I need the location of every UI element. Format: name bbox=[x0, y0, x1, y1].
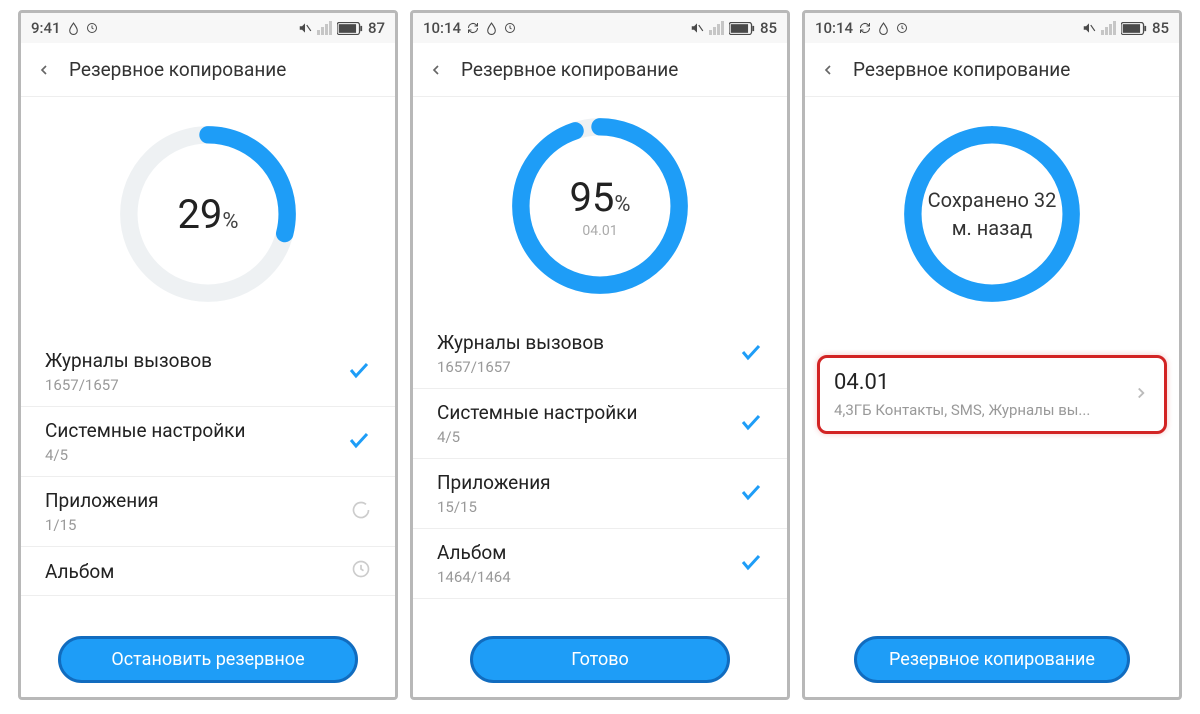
status-time: 10:14 bbox=[815, 19, 853, 37]
check-icon bbox=[347, 358, 371, 386]
list-item: Альбом bbox=[21, 547, 395, 596]
signal-icon bbox=[317, 21, 332, 35]
progress-percent: 95% bbox=[569, 174, 630, 221]
item-title: Альбом bbox=[45, 560, 114, 583]
battery-pct: 87 bbox=[368, 19, 385, 37]
check-icon bbox=[739, 480, 763, 508]
clock-icon bbox=[896, 22, 908, 34]
item-title: Системные настройки bbox=[45, 419, 245, 442]
status-bar: 9:41 87 bbox=[21, 13, 395, 43]
list-item: Журналы вызовов 1657/1657 bbox=[413, 319, 787, 389]
battery-pct: 85 bbox=[760, 19, 777, 37]
backup-entry[interactable]: 04.01 4,3ГБ Контакты, SMS, Журналы вы... bbox=[817, 355, 1167, 434]
mute-icon bbox=[298, 21, 312, 35]
saved-status: Сохранено 32м. назад bbox=[928, 186, 1057, 242]
spinner-icon bbox=[351, 500, 371, 524]
page-title: Резервное копирование bbox=[69, 58, 286, 81]
status-bar: 10:14 85 bbox=[805, 13, 1179, 43]
clock-icon bbox=[504, 22, 516, 34]
droplet-icon bbox=[67, 22, 80, 35]
battery-icon bbox=[337, 22, 363, 35]
list-item: Системные настройки 4/5 bbox=[21, 407, 395, 477]
phone-screen-1: 9:41 87 Резервное копирование bbox=[18, 10, 398, 700]
list-item: Системные настройки 4/5 bbox=[413, 389, 787, 459]
battery-icon bbox=[729, 22, 755, 35]
mute-icon bbox=[1082, 21, 1096, 35]
check-icon bbox=[739, 550, 763, 578]
status-time: 10:14 bbox=[423, 19, 461, 37]
battery-pct: 85 bbox=[1152, 19, 1169, 37]
sync-icon bbox=[859, 22, 871, 34]
item-sub: 1464/1464 bbox=[437, 568, 511, 586]
list-item: Альбом 1464/1464 bbox=[413, 529, 787, 599]
check-icon bbox=[347, 428, 371, 456]
item-title: Системные настройки bbox=[437, 401, 637, 424]
header: Резервное копирование bbox=[413, 43, 787, 97]
item-title: Журналы вызовов bbox=[437, 331, 604, 354]
check-icon bbox=[739, 340, 763, 368]
droplet-icon bbox=[877, 22, 890, 35]
item-title: Журналы вызовов bbox=[45, 349, 212, 372]
clock-icon bbox=[351, 559, 371, 583]
status-ring: Сохранено 32м. назад bbox=[805, 97, 1179, 337]
page-title: Резервное копирование bbox=[461, 58, 678, 81]
list-item: Приложения 15/15 bbox=[413, 459, 787, 529]
item-sub: 4/5 bbox=[437, 428, 637, 446]
status-bar: 10:14 85 bbox=[413, 13, 787, 43]
signal-icon bbox=[1101, 21, 1116, 35]
back-button[interactable] bbox=[425, 59, 447, 81]
signal-icon bbox=[709, 21, 724, 35]
phone-screen-2: 10:14 85 Резервное копирование 95% 04.01 bbox=[410, 10, 790, 700]
done-button[interactable]: Готово bbox=[470, 636, 730, 683]
item-sub: 1/15 bbox=[45, 516, 159, 534]
header: Резервное копирование bbox=[21, 43, 395, 97]
chevron-right-icon bbox=[1132, 384, 1150, 406]
item-sub: 4/5 bbox=[45, 446, 245, 464]
page-title: Резервное копирование bbox=[853, 58, 1070, 81]
stop-backup-button[interactable]: Остановить резервное bbox=[58, 636, 358, 683]
header: Резервное копирование bbox=[805, 43, 1179, 97]
phone-screen-3: 10:14 85 Резервное копирование Сохранено… bbox=[802, 10, 1182, 700]
start-backup-button[interactable]: Резервное копирование bbox=[854, 636, 1130, 683]
progress-sub: 04.01 bbox=[582, 223, 617, 239]
back-button[interactable] bbox=[33, 59, 55, 81]
item-sub: 1657/1657 bbox=[437, 358, 604, 376]
list-item: Журналы вызовов 1657/1657 bbox=[21, 337, 395, 407]
list-item: Приложения 1/15 bbox=[21, 477, 395, 547]
clock-icon bbox=[86, 22, 98, 34]
progress-ring: 29% bbox=[21, 97, 395, 337]
battery-icon bbox=[1121, 22, 1147, 35]
back-button[interactable] bbox=[817, 59, 839, 81]
mute-icon bbox=[690, 21, 704, 35]
progress-ring: 95% 04.01 bbox=[413, 97, 787, 319]
sync-icon bbox=[467, 22, 479, 34]
item-title: Приложения bbox=[437, 471, 551, 494]
status-time: 9:41 bbox=[31, 19, 61, 37]
item-sub: 15/15 bbox=[437, 498, 551, 516]
droplet-icon bbox=[485, 22, 498, 35]
backup-entry-sub: 4,3ГБ Контакты, SMS, Журналы вы... bbox=[834, 401, 1090, 419]
progress-percent: 29% bbox=[177, 191, 238, 238]
backup-entry-title: 04.01 bbox=[834, 370, 1090, 395]
check-icon bbox=[739, 410, 763, 438]
item-title: Альбом bbox=[437, 541, 511, 564]
item-title: Приложения bbox=[45, 489, 159, 512]
item-sub: 1657/1657 bbox=[45, 376, 212, 394]
